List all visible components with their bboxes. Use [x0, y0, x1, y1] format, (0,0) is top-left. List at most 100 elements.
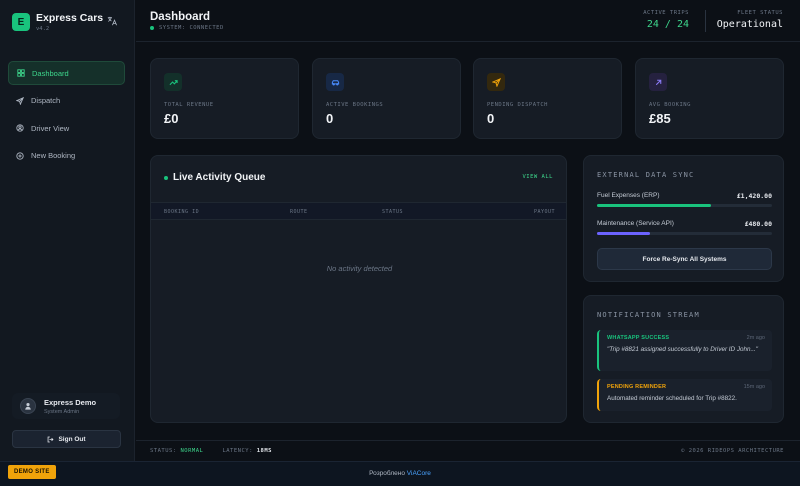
- sync-value: £1,420.00: [736, 192, 772, 200]
- live-dot: [164, 175, 168, 180]
- stat-card-total-revenue: TOTAL REVENUE £0: [150, 58, 299, 139]
- notification-message: Automated reminder scheduled for Trip #8…: [607, 395, 737, 402]
- translate-icon[interactable]: [107, 16, 117, 26]
- copyright: © 2026 RIDEOPS ARCHITECTURE: [681, 448, 784, 454]
- stat-value: £0: [164, 111, 179, 126]
- sidebar-item-driver-view[interactable]: Driver View: [8, 116, 125, 140]
- sidebar-item-dispatch[interactable]: Dispatch: [8, 89, 125, 113]
- sidebar-item-dashboard[interactable]: Dashboard: [8, 61, 125, 85]
- app-logo: E: [12, 13, 30, 31]
- notification-tag: WHATSAPP SUCCESS: [607, 335, 670, 341]
- stat-label: TOTAL REVENUE: [164, 102, 214, 108]
- user-card[interactable]: Express Demo System Admin: [12, 393, 120, 419]
- progress-track: [597, 232, 772, 235]
- bottom-bar: DEMO SITE Розроблено ViACore: [0, 461, 800, 486]
- sign-out-label: Sign Out: [58, 435, 86, 443]
- user-role: System Admin: [44, 408, 80, 415]
- notification-time: 15m ago: [743, 384, 765, 390]
- sidebar-item-label: New Booking: [31, 151, 76, 160]
- send-icon: [491, 77, 501, 87]
- stat-card-active-bookings: ACTIVE BOOKINGS 0: [312, 58, 461, 139]
- sync-label: Maintenance (Service API): [597, 220, 674, 227]
- status-info: STATUS: NORMAL LATENCY: 18MS: [150, 448, 272, 454]
- status-value: NORMAL: [180, 448, 204, 454]
- status-bar: STATUS: NORMAL LATENCY: 18MS © 2026 RIDE…: [136, 440, 800, 461]
- app-name: Express Cars: [36, 12, 104, 24]
- active-trips-value: 24 / 24: [646, 19, 689, 30]
- view-all-link[interactable]: VIEW ALL: [523, 174, 554, 180]
- credit-link[interactable]: ViACore: [407, 470, 431, 477]
- trending-up-icon: [169, 79, 178, 85]
- developer-credit: Розроблено ViACore: [0, 470, 800, 477]
- stat-icon-box: [649, 73, 667, 91]
- notification-panel: NOTIFICATION STREAM WHATSAPP SUCCESS 2m …: [583, 295, 784, 423]
- dashboard-icon: [17, 69, 25, 77]
- sync-panel: EXTERNAL DATA SYNC Fuel Expenses (ERP) £…: [583, 155, 784, 282]
- sync-title: EXTERNAL DATA SYNC: [597, 171, 695, 179]
- notification-time: 2m ago: [746, 335, 765, 341]
- notification-item[interactable]: WHATSAPP SUCCESS 2m ago "Trip #8821 assi…: [597, 330, 772, 371]
- status-dot: [150, 26, 154, 30]
- latency-label: LATENCY:: [222, 448, 253, 454]
- plus-circle-icon: [16, 151, 24, 160]
- stat-icon-box: [487, 73, 505, 91]
- progress-fill: [597, 232, 650, 235]
- header-divider: [705, 10, 706, 32]
- activity-panel: Live Activity Queue VIEW ALL BOOKING ID …: [150, 155, 567, 423]
- app-version: v4.2: [36, 26, 50, 32]
- stat-value: 0: [487, 111, 495, 126]
- column-header[interactable]: ROUTE: [290, 209, 308, 215]
- stat-icon-box: [164, 73, 182, 91]
- system-status: SYSTEM: CONNECTED: [150, 25, 224, 31]
- activity-title-text: Live Activity Queue: [173, 172, 266, 183]
- user-icon: [25, 402, 31, 410]
- stat-value: 0: [326, 111, 334, 126]
- active-trips-label: ACTIVE TRIPS: [643, 10, 689, 16]
- user-name: Express Demo: [44, 397, 97, 407]
- notification-message: "Trip #8821 assigned successfully to Dri…: [607, 346, 758, 353]
- arrow-up-right-icon: [655, 79, 661, 85]
- stat-label: ACTIVE BOOKINGS: [326, 102, 384, 108]
- notification-title: NOTIFICATION STREAM: [597, 311, 700, 319]
- brand[interactable]: E Express Cars v4.2: [12, 12, 103, 32]
- credit-prefix: Розроблено: [369, 470, 405, 477]
- stat-card-avg-booking: AVG BOOKING £85: [635, 58, 784, 139]
- sidebar: E Express Cars v4.2 Dashboard Dispatch D…: [0, 0, 135, 461]
- sidebar-item-label: Dispatch: [31, 96, 61, 105]
- stat-value: £85: [649, 111, 671, 126]
- sync-label: Fuel Expenses (ERP): [597, 192, 660, 199]
- notification-tag: PENDING REMINDER: [607, 384, 667, 390]
- progress-track: [597, 204, 772, 207]
- stat-icon-box: [326, 73, 344, 91]
- activity-title: Live Activity Queue: [164, 172, 265, 183]
- send-icon: [16, 96, 24, 105]
- sync-value: £480.00: [744, 220, 772, 228]
- progress-fill: [597, 204, 711, 207]
- system-status-text: SYSTEM: CONNECTED: [159, 25, 224, 31]
- stat-label: PENDING DISPATCH: [487, 102, 548, 108]
- activity-table-header: BOOKING ID ROUTE STATUS PAYOUT: [151, 202, 566, 220]
- fleet-status: FLEET STATUS Operational: [716, 10, 783, 30]
- sidebar-item-label: Driver View: [31, 123, 70, 133]
- active-trips: ACTIVE TRIPS 24 / 24: [624, 10, 689, 30]
- user-circle-icon: [16, 124, 24, 132]
- sidebar-item-label: Dashboard: [32, 68, 69, 78]
- force-resync-button[interactable]: Force Re-Sync All Systems: [597, 248, 772, 270]
- status-label: STATUS:: [150, 448, 177, 454]
- top-header: Dashboard SYSTEM: CONNECTED ACTIVE TRIPS…: [136, 0, 800, 42]
- empty-state-text: No activity detected: [326, 264, 393, 273]
- column-header[interactable]: BOOKING ID: [164, 209, 199, 215]
- avatar: [20, 398, 36, 414]
- sign-out-icon: [48, 436, 54, 442]
- page-title: Dashboard: [150, 11, 211, 23]
- notification-item[interactable]: PENDING REMINDER 15m ago Automated remin…: [597, 379, 772, 411]
- column-header[interactable]: STATUS: [382, 209, 403, 215]
- latency-value: 18MS: [256, 448, 272, 454]
- car-icon: [331, 79, 339, 86]
- stat-card-pending-dispatch: PENDING DISPATCH 0: [473, 58, 622, 139]
- column-header[interactable]: PAYOUT: [534, 209, 555, 215]
- sidebar-item-new-booking[interactable]: New Booking: [8, 144, 125, 168]
- fleet-status-value: Operational: [716, 19, 783, 30]
- sign-out-button[interactable]: Sign Out: [12, 430, 121, 448]
- sidebar-nav: Dashboard Dispatch Driver View New Booki…: [8, 61, 125, 171]
